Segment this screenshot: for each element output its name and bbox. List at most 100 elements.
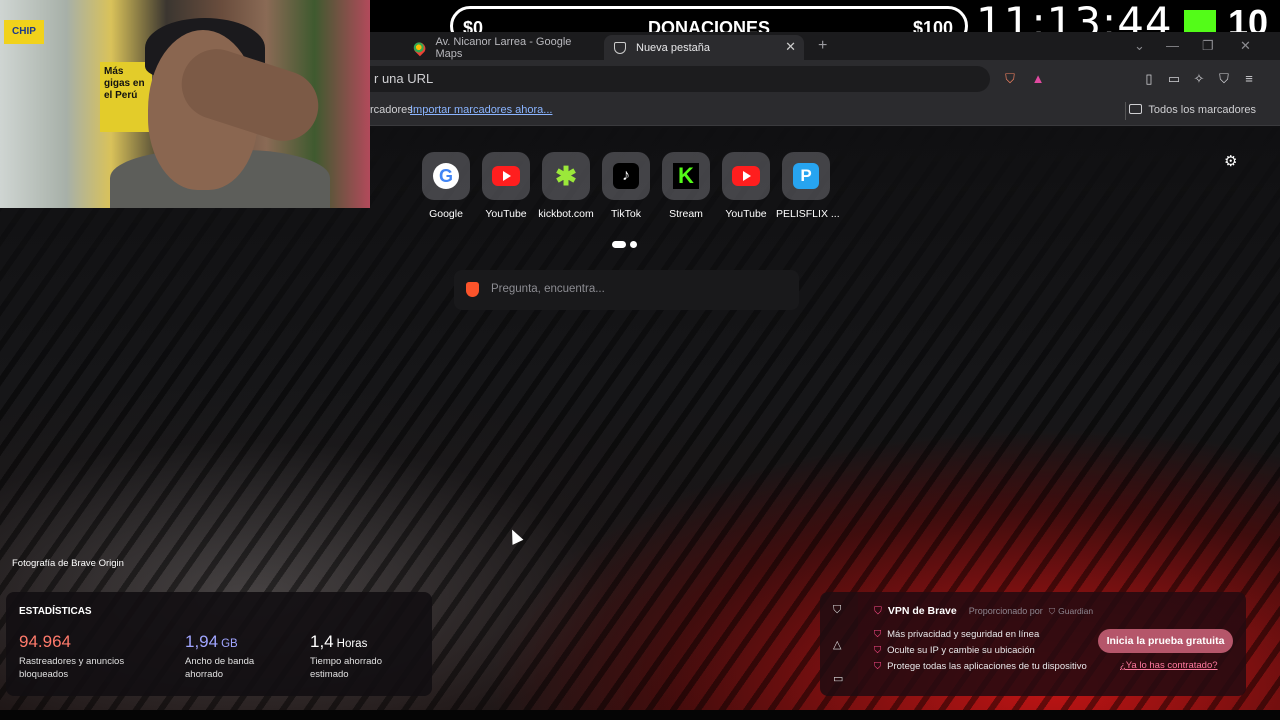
stat-trackers: 94.964 Rastreadores y anuncios bloqueados — [19, 632, 124, 681]
all-bookmarks-button[interactable]: Todos los marcadores — [1129, 104, 1256, 116]
address-bar-text: r una URL — [374, 71, 434, 86]
vpn-card-shield-icon[interactable]: ⛉ — [833, 604, 841, 617]
stat-unit: GB — [221, 638, 238, 650]
kickbot-icon: ✱ — [555, 161, 577, 191]
already-purchased-link[interactable]: ¿Ya lo has contratado? — [1120, 660, 1218, 671]
vpn-title: VPN de Brave — [887, 605, 957, 617]
check-icon: ⛉ — [874, 661, 882, 672]
top-site-label: kickbot.com — [538, 208, 594, 220]
vpn-shield-icon[interactable]: ⛉ — [1216, 71, 1232, 87]
cards-rail: ⛉ △ ▭ — [820, 592, 858, 696]
top-site-label: TikTok — [611, 208, 641, 220]
top-site-label: Stream — [669, 208, 703, 220]
top-site-youtube[interactable]: YouTube — [476, 152, 536, 220]
top-site-label: YouTube — [485, 208, 527, 220]
stat-value: 1,94 — [185, 632, 219, 651]
folder-icon — [1129, 104, 1143, 114]
stat-value: 1,4 — [310, 632, 334, 651]
import-bookmarks-link[interactable]: Importar marcadores ahora... — [410, 104, 552, 116]
vpn-shield-icon: ⛉ — [874, 605, 882, 617]
top-site-stream[interactable]: K Stream — [656, 152, 716, 220]
brave-logo-icon — [466, 282, 479, 297]
brave-shield-icon — [614, 41, 626, 54]
vpn-feature: ⛉ Protege todas las aplicaciones de tu di… — [874, 661, 1087, 672]
tab-new-tab[interactable]: Nueva pestaña ✕ — [604, 35, 804, 60]
tab-title: Nueva pestaña — [636, 41, 710, 54]
gear-icon[interactable]: ⚙ — [1224, 152, 1237, 170]
vpn-feature-text: Protege todas las aplicaciones de tu dis… — [887, 661, 1087, 672]
stats-widget: ESTADÍSTICAS 94.964 Rastreadores y anunc… — [6, 592, 432, 696]
top-site-youtube-2[interactable]: YouTube — [716, 152, 776, 220]
address-bar[interactable]: r una URL — [370, 66, 990, 92]
stat-desc: bloqueados — [19, 669, 69, 680]
minimize-icon[interactable]: — — [1166, 38, 1179, 53]
brave-rewards-icon[interactable]: ▲ — [1030, 71, 1046, 87]
stat-bandwidth: 1,94 GB Ancho de banda ahorrado — [185, 632, 254, 681]
vpn-feature: ⛉ Oculte su IP y cambie su ubicación — [874, 645, 1035, 656]
webcam-chip-sign: CHIP — [4, 20, 44, 44]
top-site-label: YouTube — [725, 208, 767, 220]
top-site-pelisflix[interactable]: P PELISFLIX ... — [776, 152, 840, 220]
leo-ai-icon[interactable]: ✧ — [1191, 71, 1207, 87]
google-icon: G — [433, 163, 459, 189]
google-maps-pin-icon — [411, 39, 429, 56]
stat-time-saved: 1,4 Horas Tiempo ahorrado estimado — [310, 632, 382, 681]
new-tab-plus-icon[interactable]: + — [818, 37, 827, 55]
tab-google-maps[interactable]: Av. Nicanor Larrea - Google Maps — [404, 35, 594, 60]
top-site-label: PELISFLIX ... — [776, 208, 840, 220]
top-site-tiktok[interactable]: ♪ TikTok — [596, 152, 656, 220]
guardian-logo-icon: ⛉ — [1048, 606, 1056, 616]
news-card-icon[interactable]: ▭ — [833, 672, 843, 685]
start-trial-button[interactable]: Inicia la prueba gratuita — [1098, 629, 1233, 653]
bookmarks-bar: rcadores Importar marcadores ahora... To… — [370, 98, 1280, 126]
top-sites-pager[interactable] — [612, 235, 641, 253]
kick-icon: K — [673, 163, 699, 189]
vpn-provider: Guardian — [1058, 606, 1094, 616]
tab-strip: Av. Nicanor Larrea - Google Maps Nueva p… — [370, 32, 1280, 60]
menu-icon[interactable]: ≡ — [1241, 71, 1257, 87]
all-bookmarks-label: Todos los marcadores — [1148, 104, 1256, 116]
pager-dot[interactable] — [630, 241, 637, 248]
wallet-icon[interactable]: ▭ — [1166, 71, 1182, 87]
bookmarks-divider — [1125, 102, 1126, 120]
sidebar-toggle-icon[interactable]: ▯ — [1141, 71, 1157, 87]
tab-search-chevron-icon[interactable]: ⌄ — [1134, 38, 1145, 54]
tiktok-icon: ♪ — [613, 163, 639, 189]
close-window-icon[interactable]: ✕ — [1240, 38, 1251, 54]
brave-shields-icon[interactable]: ⛉ — [1002, 71, 1018, 87]
vpn-card: ⛉ VPN de Brave Proporcionado por ⛉ Guardian… — [858, 592, 1246, 696]
stat-desc: Tiempo ahorrado — [310, 656, 382, 667]
stat-desc: ahorrado — [185, 669, 224, 680]
vpn-provided-by: Proporcionado por — [968, 606, 1043, 616]
stat-desc: Ancho de banda — [185, 656, 255, 667]
top-site-kickbot[interactable]: ✱ kickbot.com — [536, 152, 596, 220]
stat-desc: estimado — [310, 669, 349, 680]
stats-title: ESTADÍSTICAS — [19, 606, 92, 617]
taskbar-edge — [0, 710, 1280, 720]
stat-unit: Horas — [336, 638, 368, 650]
webcam-feed: CHIP Más gigas en el Perú — [0, 0, 370, 208]
search-placeholder: Pregunta, encuentra... — [491, 283, 605, 295]
webcam-store-sign: Más gigas en el Perú — [100, 62, 152, 132]
search-box[interactable]: Pregunta, encuentra... — [454, 270, 799, 310]
check-icon: ⛉ — [874, 629, 882, 640]
photo-credit[interactable]: Fotografía de Brave Origin — [12, 558, 124, 569]
stat-value: 94.964 — [19, 632, 71, 651]
browser-toolbar: r una URL ⛉ ▲ ▯ ▭ ✧ ⛉ ≡ — [370, 60, 1280, 98]
top-site-label: Google — [429, 208, 463, 220]
bookmarks-label: rcadores — [370, 104, 413, 116]
tab-title: Av. Nicanor Larrea - Google Maps — [435, 35, 572, 60]
check-icon: ⛉ — [874, 645, 882, 656]
vpn-feature-text: Más privacidad y seguridad en línea — [887, 629, 1040, 640]
vpn-feature-text: Oculte su IP y cambie su ubicación — [887, 645, 1035, 656]
restore-icon[interactable]: ❐ — [1202, 38, 1214, 54]
stat-desc: Rastreadores y anuncios — [19, 656, 125, 667]
close-tab-icon[interactable]: ✕ — [785, 39, 796, 55]
rewards-card-icon[interactable]: △ — [833, 638, 841, 651]
pelisflix-icon: P — [793, 163, 819, 189]
youtube-icon — [492, 166, 520, 186]
vpn-feature: ⛉ Más privacidad y seguridad en línea — [874, 629, 1039, 640]
pager-dot-active[interactable] — [612, 241, 626, 248]
top-site-google[interactable]: G Google — [416, 152, 476, 220]
youtube-icon — [732, 166, 760, 186]
